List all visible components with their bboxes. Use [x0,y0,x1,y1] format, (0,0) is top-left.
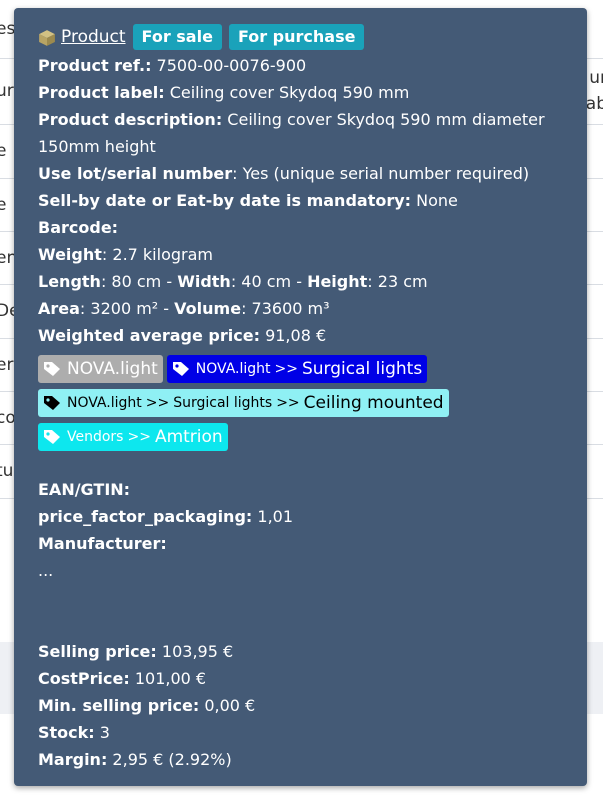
selling-price-line: Selling price: 103,95 € [38,638,563,665]
ellipsis-line: ... [38,557,563,584]
width-label: Width [177,272,231,291]
tag-part: Surgical lights [173,395,273,411]
tooltip-header: Product For sale For purchase [38,22,563,52]
tag-row: NOVA.light NOVA.light >> Surgical lights [38,352,563,386]
stock-line: Stock: 3 [38,719,563,746]
cost-price-line: CostPrice: 101,00 € [38,665,563,692]
tag-part: Vendors [67,429,124,445]
ref-label: Product ref.: [38,56,152,75]
area-volume-line: Area: 3200 m² - Volume: 73600 m³ [38,295,563,322]
volume-label: Volume [174,299,242,318]
lot-label: Use lot/serial number [38,164,233,183]
product-tooltip: Product For sale For purchase Product re… [14,8,587,786]
product-link[interactable]: Product [61,27,126,47]
tag-icon [172,362,189,376]
minsell-label: Min. selling price: [38,696,200,715]
length-label: Length [38,272,101,291]
row-text-right: ur [589,68,603,88]
for-purchase-badge: For purchase [228,24,365,50]
tag-icon [44,430,60,444]
lot-serial-line: Use lot/serial number: Yes (unique seria… [38,160,563,187]
tag-part: NOVA.light [67,395,142,411]
tag-row: Vendors >> Amtrion [38,420,563,454]
barcode-line: Barcode: [38,214,563,241]
sellby-label: Sell-by date or Eat-by date is mandatory… [38,191,412,210]
ean-label: EAN/GTIN: [38,480,131,499]
volume-value: : 73600 m³ [241,299,330,318]
box-icon [38,29,55,46]
ean-line: EAN/GTIN: [38,476,563,503]
row-text: er [0,354,14,375]
row-text: ur [0,81,14,101]
tag-icon [44,396,60,410]
price-factor-line: price_factor_packaging: 1,01 [38,503,563,530]
desc-label: Product description: [38,110,223,129]
ellipsis: ... [38,561,54,580]
manufacturer-label: Manufacturer: [38,534,167,553]
cost-value: 101,00 € [129,669,207,688]
height-label: Height [307,272,368,291]
tag-part: Ceiling mounted [303,393,444,413]
tag-part: Surgical lights [301,359,423,379]
weight-label: Weight [38,245,102,264]
row-text-right: ab [585,94,603,114]
label-value: Ceiling cover Skydoq 590 mm [164,83,410,102]
sellby-line: Sell-by date or Eat-by date is mandatory… [38,187,563,214]
selling-value: 103,95 € [156,642,234,661]
dimensions-line: Length: 80 cm - Width: 40 cm - Height: 2… [38,268,563,295]
min-selling-price-line: Min. selling price: 0,00 € [38,692,563,719]
weight-value: : 2.7 kilogram [101,245,213,264]
lot-value: : Yes (unique serial number required) [232,164,530,183]
stock-value: 3 [94,723,110,742]
tag-separator: >> [274,361,298,377]
pfp-value: 1,01 [252,507,294,526]
tag-part: NOVA.light [195,361,271,377]
width-value: : 40 cm - [230,272,308,291]
minsell-value: 0,00 € [199,696,256,715]
wap-value: 91,08 € [259,326,327,345]
category-tag-amtrion[interactable]: Vendors >> Amtrion [38,423,228,451]
label-label: Product label: [38,83,165,102]
for-sale-badge: For sale [132,24,222,50]
manufacturer-line: Manufacturer: [38,530,563,557]
category-tag-nova-light[interactable]: NOVA.light [38,355,163,383]
tag-icon [44,362,60,376]
barcode-label: Barcode: [38,218,119,237]
product-label-line: Product label: Ceiling cover Skydoq 590 … [38,79,563,106]
margin-label: Margin: [38,750,108,769]
tag-part: Amtrion [154,427,223,447]
tag-separator: >> [145,395,170,411]
product-description-line: Product description: Ceiling cover Skydo… [38,106,563,160]
height-value: : 23 cm [367,272,428,291]
sellby-value: None [411,191,458,210]
tag-separator: >> [127,429,151,445]
row-text: e [0,194,7,215]
wap-line: Weighted average price: 91,08 € [38,322,563,349]
tag-row: NOVA.light >> Surgical lights >> Ceiling… [38,386,563,420]
row-text: tu [0,461,14,481]
product-ref-line: Product ref.: 7500-00-0076-900 [38,52,563,79]
length-value: : 80 cm - [100,272,178,291]
tag-part: NOVA.light [67,359,158,379]
ref-value: 7500-00-0076-900 [151,56,307,75]
row-text: e [0,141,7,161]
area-label: Area [38,299,80,318]
category-tag-ceiling-mounted[interactable]: NOVA.light >> Surgical lights >> Ceiling… [38,389,449,417]
stock-label: Stock: [38,723,95,742]
wap-label: Weighted average price: [38,326,260,345]
category-tag-surgical-lights[interactable]: NOVA.light >> Surgical lights [166,355,428,383]
selling-label: Selling price: [38,642,157,661]
weight-line: Weight: 2.7 kilogram [38,241,563,268]
tag-separator: >> [276,395,300,411]
area-value: : 3200 m² - [79,299,175,318]
category-tags: NOVA.light NOVA.light >> Surgical lights… [38,352,563,454]
margin-line: Margin: 2,95 € (2.92%) [38,746,563,773]
cost-label: CostPrice: [38,669,130,688]
pfp-label: price_factor_packaging: [38,507,253,526]
margin-value: 2,95 € (2.92%) [107,750,232,769]
